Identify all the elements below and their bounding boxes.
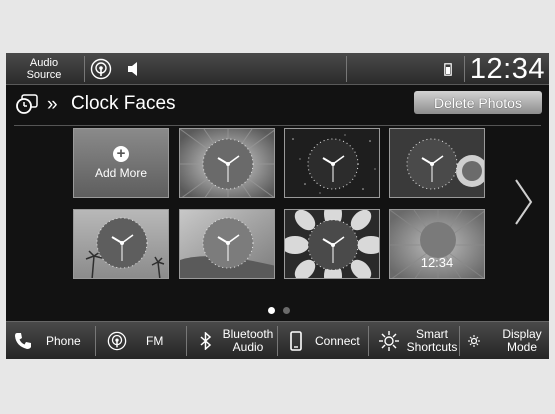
starfield-clock-face-icon (285, 129, 379, 197)
breadcrumb-chevrons: » (47, 94, 57, 115)
bluetooth-label-line2: Audio (232, 340, 264, 354)
title-divider (14, 125, 541, 126)
digital-clock-face-tile[interactable]: 12:34 (389, 209, 485, 279)
smart-shortcuts-button[interactable]: Smart Shortcuts (369, 322, 459, 359)
page-title: Clock Faces (71, 93, 176, 114)
divider (84, 56, 85, 82)
landscape-clock-face-icon (180, 210, 274, 278)
clock-face-tile[interactable] (284, 209, 380, 279)
page-dot[interactable] (283, 307, 290, 314)
display-mode-button[interactable]: Display Mode (460, 322, 549, 359)
chevron-right-icon[interactable] (513, 178, 535, 226)
bluetooth-icon (200, 332, 212, 350)
phone-battery-icon (444, 63, 452, 76)
clock-faces-icon (16, 94, 38, 114)
audio-source-label-line1: Audio (29, 57, 59, 69)
fm-label: FM (146, 333, 164, 348)
audio-source-label-line2: Source (26, 69, 62, 81)
delete-photos-button[interactable]: Delete Photos (414, 91, 542, 114)
page-dot-active[interactable] (268, 307, 275, 314)
status-clock: 12:34 (469, 53, 545, 85)
clock-face-tile[interactable] (73, 209, 169, 279)
day-night-icon (468, 335, 486, 347)
status-bar: Audio Source 12:34 (6, 53, 549, 85)
display-mode-label-line2: Mode (506, 340, 538, 354)
bluetooth-audio-button[interactable]: Bluetooth Audio (187, 322, 277, 359)
divider (346, 56, 347, 82)
add-more-tile[interactable]: + Add More (73, 128, 169, 198)
digital-time-label: 12:34 (420, 255, 454, 270)
speaker-icon (128, 62, 137, 76)
smart-shortcuts-label-line2: Shortcuts (406, 340, 458, 354)
smartphone-icon (290, 331, 302, 351)
title-row: » Clock Faces Delete Photos (6, 87, 549, 121)
radio-broadcast-icon (90, 58, 112, 80)
astronaut-clock-face-icon (390, 129, 484, 197)
sunburst-clock-face-icon (180, 129, 274, 197)
radio-broadcast-icon (107, 331, 127, 351)
clock-face-tile[interactable] (179, 128, 275, 198)
infotainment-screen: Audio Source 12:34 » Clock Faces Delete … (6, 53, 549, 359)
bottom-nav-bar: Phone FM Bluetooth Audio Connect Smart S… (6, 321, 549, 359)
phone-icon (15, 333, 31, 349)
divider (464, 56, 465, 82)
phone-label: Phone (46, 333, 81, 348)
clock-face-tile[interactable] (284, 128, 380, 198)
audio-source-button[interactable]: Audio Source (6, 53, 82, 85)
phone-button[interactable]: Phone (6, 322, 95, 359)
connect-label: Connect (315, 333, 360, 348)
smart-shortcuts-icon (379, 331, 399, 351)
flower-clock-face-icon (285, 210, 379, 278)
clock-face-tile[interactable] (389, 128, 485, 198)
plus-icon: + (113, 146, 129, 162)
connect-button[interactable]: Connect (278, 322, 368, 359)
fm-button[interactable]: FM (96, 322, 186, 359)
add-more-label: Add More (94, 166, 148, 180)
palm-trees-clock-face-icon (74, 210, 168, 278)
clock-face-tile[interactable] (179, 209, 275, 279)
